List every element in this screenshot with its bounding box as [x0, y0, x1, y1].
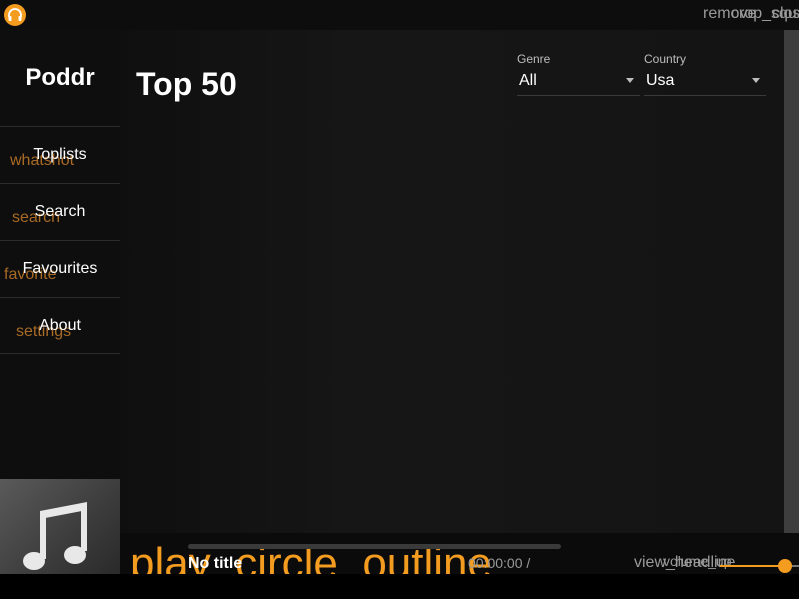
progress-bar[interactable] [188, 544, 561, 549]
main-content: Top 50 Genre All Country Usa [120, 30, 784, 533]
close-button[interactable]: close [772, 5, 799, 23]
dropdown-arrow-icon [752, 78, 760, 83]
music-note-icon [23, 502, 87, 570]
country-select[interactable]: Country Usa [644, 52, 766, 96]
album-cover [0, 479, 120, 574]
sidebar-item-toplists[interactable]: whatshot Toplists [0, 126, 120, 183]
sidebar-item-favourites[interactable]: favorite Favourites [0, 240, 120, 297]
track-title: No title [188, 555, 243, 572]
sidebar-item-search[interactable]: search Search [0, 183, 120, 240]
bottom-bar [0, 574, 799, 599]
volume-knob[interactable] [778, 559, 792, 573]
volume-fill [720, 565, 785, 567]
brand-logo: Poddr [25, 64, 95, 91]
genre-select[interactable]: Genre All [517, 52, 640, 96]
genre-label: Genre [517, 52, 551, 66]
headphones-icon [4, 4, 26, 26]
elapsed-time: 00:00:00 / [468, 555, 531, 571]
player-bar: play_circle_outline No title 00:00:00 / … [120, 533, 799, 574]
title-bar: remove crop_square close [0, 0, 799, 30]
sidebar-item-about[interactable]: settings About [0, 297, 120, 354]
sidebar-item-label: About [39, 317, 81, 334]
country-label: Country [644, 52, 687, 66]
page-title: Top 50 [136, 66, 237, 102]
dropdown-arrow-icon [626, 78, 634, 83]
scrollbar-thumb[interactable] [784, 30, 799, 533]
genre-value: All [519, 72, 537, 89]
volume-slider[interactable] [720, 559, 799, 573]
sidebar-item-label: Favourites [22, 260, 98, 277]
country-value: Usa [646, 72, 675, 89]
sidebar-item-label: Search [34, 203, 86, 220]
sidebar: Poddr whatshot Toplists search Search fa… [0, 30, 120, 574]
sidebar-item-label: Toplists [33, 146, 87, 163]
scrollbar[interactable] [784, 30, 799, 533]
